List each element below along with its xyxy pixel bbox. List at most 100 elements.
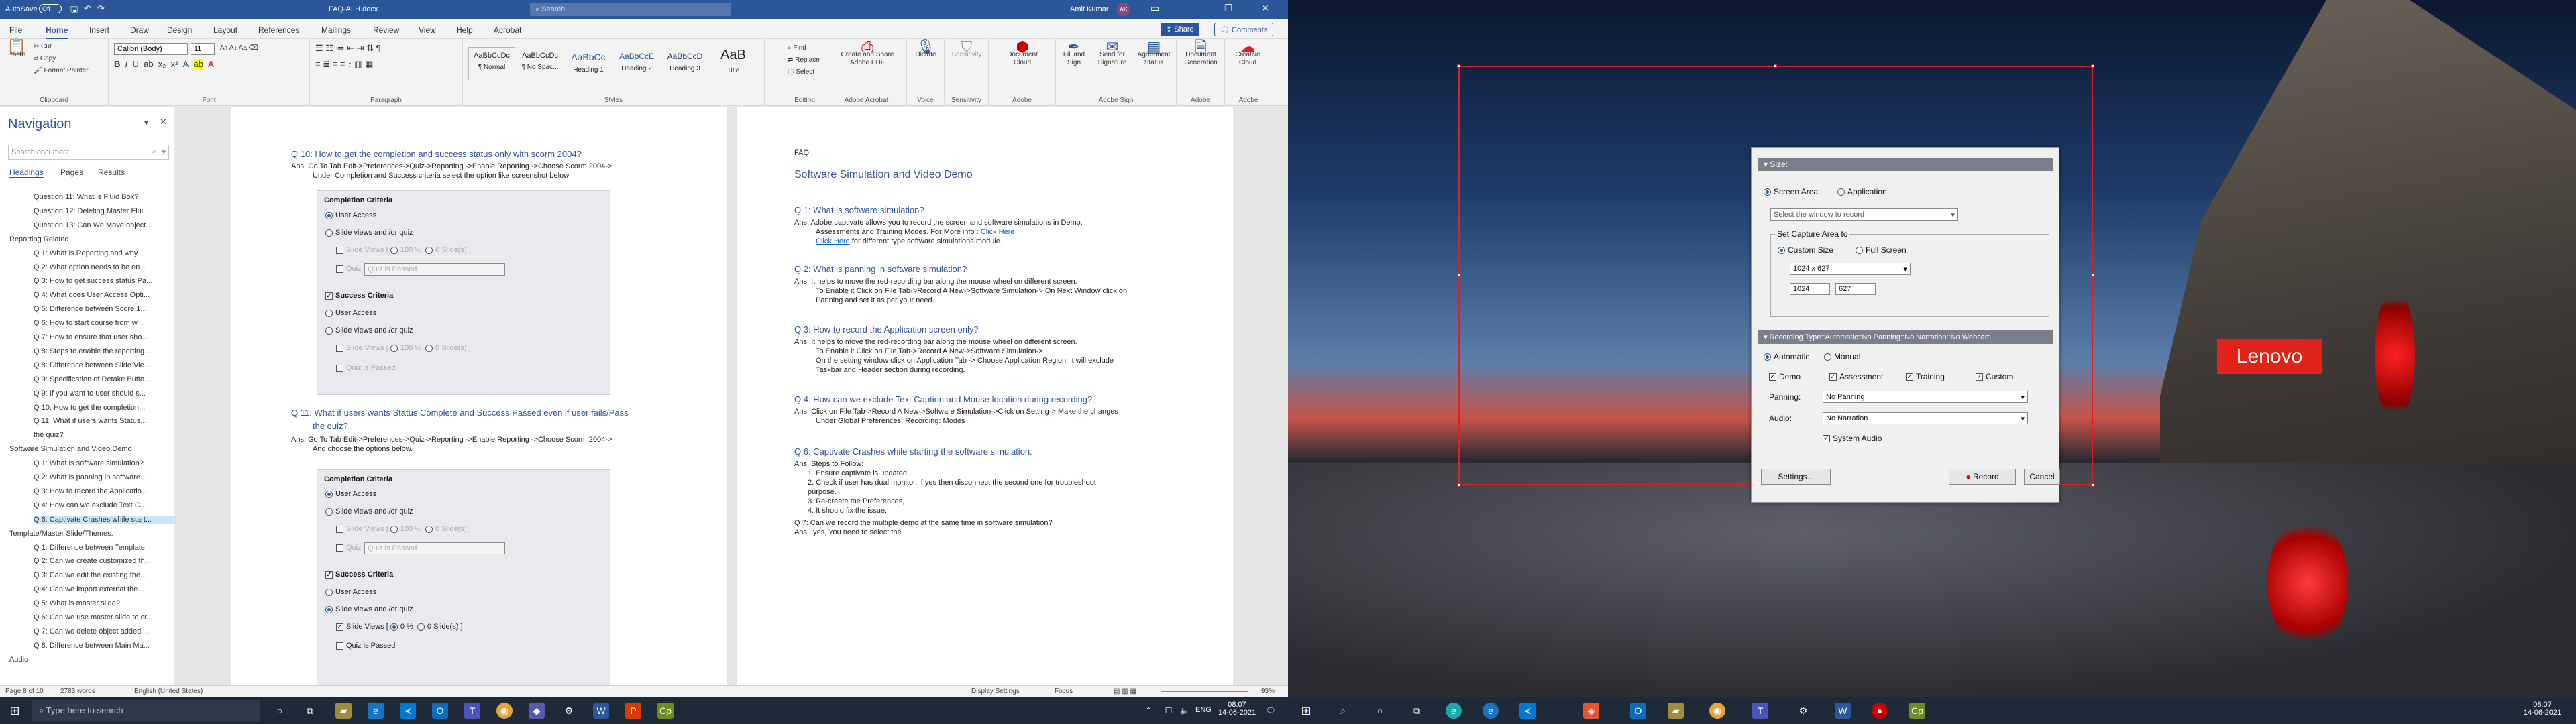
heading-item[interactable]: Audio: [9, 656, 157, 664]
tab-insert[interactable]: Insert: [89, 25, 109, 35]
audio-select[interactable]: No Narration ▾: [1823, 412, 2028, 424]
document-cloud-button[interactable]: ⬢ Document Cloud: [1002, 40, 1042, 67]
application-radio[interactable]: Application: [1837, 187, 1887, 196]
comments-button[interactable]: 🗨 Comments: [1214, 23, 1274, 36]
close-icon[interactable]: ✕: [1261, 3, 1269, 14]
fill-sign-button[interactable]: ✒ Fill and Sign: [1057, 40, 1091, 67]
redo-icon[interactable]: ↷: [97, 3, 105, 14]
tab-results[interactable]: Results: [98, 168, 125, 177]
record-button[interactable]: ● Record: [1949, 469, 2016, 485]
display-settings-button[interactable]: Display Settings: [971, 688, 1020, 695]
select-button[interactable]: ⬚ Select: [788, 68, 814, 76]
autosave-toggle[interactable]: Off: [39, 4, 62, 13]
heading-item[interactable]: Q 4: What does User Access Opti...: [34, 291, 181, 299]
heading-item[interactable]: Q 8: Difference between Main Ma...: [34, 642, 181, 650]
heading-item[interactable]: Q 1: Difference between Template...: [34, 544, 181, 552]
notification-icon[interactable]: 🗨: [1263, 703, 1279, 719]
resize-handle[interactable]: [1457, 483, 1460, 487]
tab-help[interactable]: Help: [456, 25, 473, 35]
heading-item[interactable]: Q 7: Can we delete object added i...: [34, 627, 181, 636]
app-icon[interactable]: ●: [1872, 703, 1888, 719]
vscode-icon[interactable]: ≺: [1519, 703, 1536, 719]
heading-item[interactable]: Question 11: What is Fluid Box?: [34, 193, 181, 201]
style-normal[interactable]: AaBbCcDc ¶ Normal: [468, 47, 515, 80]
replace-button[interactable]: ⇄ Replace: [788, 56, 820, 64]
format-buttons[interactable]: B I U ab x₂ x² A ab A: [114, 59, 214, 69]
heading-item[interactable]: Reporting Related: [9, 235, 157, 243]
font-name-select[interactable]: Calibri (Body): [114, 43, 188, 55]
style-heading-2[interactable]: AaBbCcE Heading 2: [613, 47, 660, 80]
share-button[interactable]: ⇪ Share: [1161, 23, 1199, 36]
tab-design[interactable]: Design: [167, 25, 192, 35]
heading-item[interactable]: Q 9: Specification of Retake Butto...: [34, 375, 181, 383]
find-button[interactable]: ⌕ Find: [788, 44, 806, 52]
heading-item[interactable]: Q 8: Steps to enable the reporting...: [34, 347, 181, 355]
tab-review[interactable]: Review: [373, 25, 399, 35]
settings-icon[interactable]: ⚙: [1795, 703, 1811, 719]
zoom-level[interactable]: 93%: [1261, 688, 1275, 695]
cancel-button[interactable]: Cancel: [2024, 469, 2060, 485]
maximize-icon[interactable]: ❐: [1224, 3, 1233, 14]
search-box[interactable]: ⌕ Search: [530, 3, 731, 16]
heading-item[interactable]: Q 8: Difference between Slide Vie...: [34, 361, 181, 369]
automatic-radio[interactable]: Automatic: [1764, 352, 1809, 361]
heading-item[interactable]: the quiz?: [34, 431, 181, 439]
taskbar-search-box[interactable]: ⌕ Type here to search: [32, 700, 260, 721]
gitlab-icon[interactable]: ◈: [1583, 703, 1599, 719]
language-status[interactable]: English (United States): [134, 688, 203, 695]
agreement-status-button[interactable]: ▤ Agreement Status: [1134, 40, 1174, 67]
zoom-slider[interactable]: [1161, 691, 1248, 692]
chevron-down-icon[interactable]: ▾: [144, 118, 148, 127]
tab-references[interactable]: References: [258, 25, 299, 35]
page-count[interactable]: Page 8 of 10: [5, 688, 44, 695]
style-no-spacing[interactable]: AaBbCcDc ¶ No Spac...: [517, 47, 564, 80]
tab-headings[interactable]: Headings: [9, 168, 44, 178]
style-heading-3[interactable]: AaBbCcD Heading 3: [661, 47, 708, 80]
creative-cloud-button[interactable]: ☁ Creative Cloud: [1229, 40, 1267, 67]
avatar[interactable]: AK: [1117, 3, 1130, 16]
teams-icon[interactable]: T: [1752, 703, 1768, 719]
heading-item[interactable]: Question 13: Can We Move object...: [34, 221, 181, 229]
cortana-icon[interactable]: ○: [272, 703, 288, 719]
heading-item[interactable]: Q 6: Can we use master slide to cr...: [34, 613, 181, 621]
windows-start-icon[interactable]: ⊞: [7, 703, 23, 719]
tab-draw[interactable]: Draw: [130, 25, 149, 35]
heading-item[interactable]: Q 9: If you want to user should s...: [34, 389, 181, 398]
style-title[interactable]: AaB Title: [710, 47, 757, 80]
cut-button[interactable]: ✂ Cut: [34, 43, 52, 51]
clock-left[interactable]: 08:07 14-06-2021: [1217, 701, 1257, 717]
heading-item[interactable]: Q 10: How to get the completion...: [34, 404, 181, 412]
tab-mailings[interactable]: Mailings: [321, 25, 351, 35]
close-icon[interactable]: ✕: [160, 117, 167, 127]
task-view-icon[interactable]: ⧉: [302, 703, 318, 719]
tab-pages[interactable]: Pages: [60, 168, 83, 177]
training-checkbox[interactable]: ✓ Training: [1906, 372, 1945, 381]
settings-icon[interactable]: ⚙: [561, 703, 577, 719]
demo-checkbox[interactable]: ✓ Demo: [1769, 372, 1801, 381]
app-icon[interactable]: ◆: [529, 703, 545, 719]
settings-button[interactable]: Settings...: [1761, 469, 1831, 485]
file-explorer-icon[interactable]: ▰: [335, 703, 352, 719]
copy-button[interactable]: ⧉ Copy: [34, 55, 56, 63]
chrome-icon[interactable]: ◉: [1709, 703, 1725, 719]
custom-size-radio[interactable]: Custom Size: [1778, 245, 1833, 255]
focus-button[interactable]: Focus: [1055, 688, 1073, 695]
align-buttons[interactable]: ≡ ≣ ≡ ≡ ↕ ▥ ▦: [315, 60, 373, 68]
outlook-icon[interactable]: O: [1630, 703, 1646, 719]
cortana-icon[interactable]: ○: [1372, 703, 1388, 719]
word-icon[interactable]: W: [593, 703, 609, 719]
height-input[interactable]: 627: [1835, 283, 1876, 295]
ribbon-display-icon[interactable]: ▭: [1150, 3, 1159, 14]
system-audio-checkbox[interactable]: ✓ System Audio: [1823, 434, 1882, 443]
width-input[interactable]: 1024: [1790, 283, 1830, 295]
heading-item[interactable]: Q 2: What is panning in software...: [34, 473, 181, 481]
tab-view[interactable]: View: [419, 25, 436, 35]
tab-home[interactable]: Home: [46, 25, 68, 39]
heading-item[interactable]: Q 5: What is master slide?: [34, 599, 181, 607]
search-document-input[interactable]: Search document ⌕ ▾: [8, 145, 169, 160]
resize-handle[interactable]: [1457, 274, 1460, 277]
file-explorer-icon[interactable]: ▰: [1668, 703, 1684, 719]
view-layout-icons[interactable]: ▤ ▥ ▦: [1114, 688, 1136, 695]
heading-item[interactable]: Q 6: How to start course from w...: [34, 319, 181, 327]
heading-item[interactable]: Q 11: What if users wants Status...: [34, 417, 181, 425]
